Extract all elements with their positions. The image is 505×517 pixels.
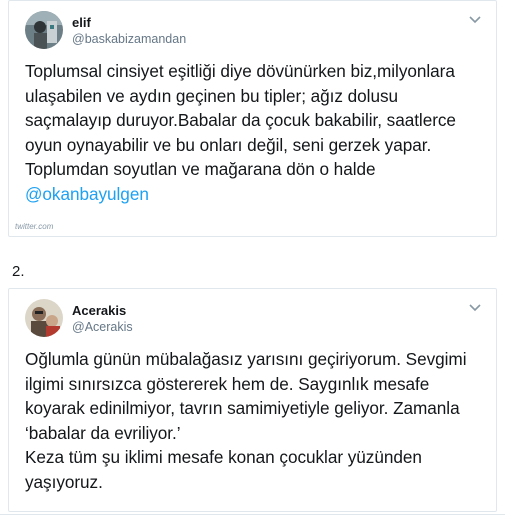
tweet-text: Toplumsal cinsiyet eşitliği diye dövünür…: [25, 59, 482, 206]
profile-photo-icon: [25, 299, 63, 337]
user-handle[interactable]: @Acerakis: [72, 320, 133, 334]
chevron-down-icon[interactable]: [468, 14, 482, 24]
display-name[interactable]: Acerakis: [72, 303, 126, 318]
source-label: twitter.com: [15, 222, 54, 231]
chevron-down-icon[interactable]: [468, 302, 482, 312]
section-number: 2.: [12, 263, 25, 280]
user-handle[interactable]: @baskabizamandan: [72, 32, 186, 46]
avatar[interactable]: [25, 11, 63, 49]
avatar[interactable]: [25, 299, 63, 337]
tweet-card: elif @baskabizamandan Toplumsal cinsiyet…: [8, 0, 497, 237]
tweet-body: Toplumsal cinsiyet eşitliği diye dövünür…: [25, 61, 456, 179]
mention-link[interactable]: @okanbayulgen: [25, 184, 149, 204]
divider: [0, 514, 505, 515]
profile-photo-icon: [25, 11, 63, 49]
display-name[interactable]: elif: [72, 15, 91, 30]
tweet-card: Acerakis @Acerakis Oğlumla günün mübalağ…: [8, 288, 497, 512]
tweet-text: Oğlumla günün mübalağasız yarısını geçir…: [25, 349, 467, 492]
